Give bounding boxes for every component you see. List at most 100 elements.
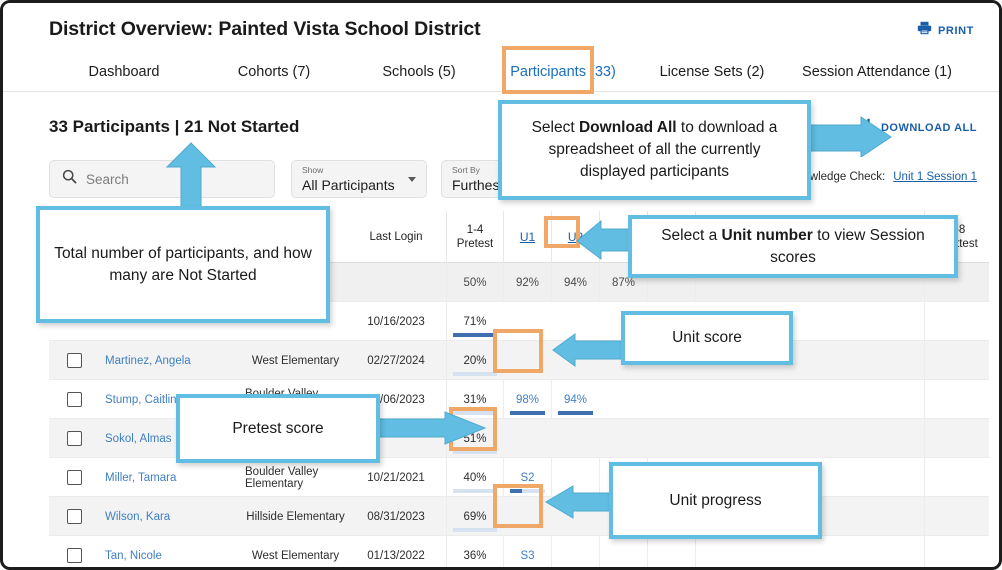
annotation-arrow-participants: [165, 142, 217, 211]
annotation-arrow-download-all: [803, 116, 892, 157]
pretest-score-value: 40%: [463, 471, 487, 484]
participant-name-cell: Martinez, Angela: [105, 341, 245, 380]
callout-unit-score-text: Unit score: [672, 329, 742, 346]
callout-participants-total: Total number of participants, and how ma…: [36, 206, 330, 323]
callout-unit-progress-text: Unit progress: [669, 491, 762, 509]
search-icon: [62, 169, 77, 189]
show-filter-select[interactable]: Show All Participants: [291, 160, 427, 198]
callout-pretest-score-text: Pretest score: [232, 419, 324, 437]
search-placeholder: Search: [86, 171, 129, 187]
participant-name-link[interactable]: Martinez, Angela: [105, 355, 191, 367]
participant-name-link[interactable]: Stump, Caitlin: [105, 394, 177, 406]
participant-name-link[interactable]: Miller, Tamara: [105, 472, 176, 484]
tab-cohorts[interactable]: Cohorts (7): [199, 58, 349, 90]
tab-session-attendance[interactable]: Session Attendance (1): [787, 58, 967, 90]
callout-participants-total-text: Total number of participants, and how ma…: [54, 244, 312, 284]
tab-license-sets[interactable]: License Sets (2): [637, 58, 787, 90]
callout-download-all-bold: Download All: [578, 119, 677, 136]
row-checkbox-cell: [67, 380, 95, 419]
callout-unit-number-text: Select a Unit number to view Session sco…: [646, 225, 940, 269]
school-cell: Hillside Elementary: [246, 510, 345, 523]
posttest-score-cell: [924, 380, 989, 419]
average-pretest: 50%: [446, 263, 503, 302]
pretest-progress-track: [453, 372, 497, 376]
row-checkbox-cell: [67, 341, 95, 380]
row-checkbox[interactable]: [67, 353, 82, 368]
pretest-progress-track: [453, 489, 497, 493]
show-filter-value: All Participants: [302, 177, 395, 193]
row-checkbox[interactable]: [67, 470, 82, 485]
tab-schools[interactable]: Schools (5): [349, 58, 489, 90]
column-header-last-login[interactable]: Last Login: [346, 211, 446, 263]
chevron-down-icon: [408, 177, 416, 182]
callout-unit-score: Unit score: [621, 311, 793, 365]
pretest-score-value: 31%: [463, 393, 487, 406]
participant-name-cell: Wilson, Kara: [105, 497, 245, 536]
pretest-score-value: 36%: [463, 549, 487, 562]
posttest-score-cell: [924, 458, 989, 497]
callout-unit-number: Select a Unit number to view Session sco…: [628, 215, 958, 278]
participant-name-cell: Tan, Nicole: [105, 536, 245, 567]
annotation-arrow-pretest-score: [375, 411, 487, 445]
school-cell: Boulder Valley Elementary: [245, 465, 319, 490]
posttest-score-cell: [924, 341, 989, 380]
school-cell: West Elementary: [251, 354, 340, 367]
school-cell: West Elementary: [251, 549, 340, 562]
pretest-progress-track: [453, 333, 497, 337]
pretest-progress-track: [453, 528, 497, 532]
callout-download-all-pre: Select: [531, 119, 579, 136]
posttest-score-cell: [924, 497, 989, 536]
pretest-score-value: 20%: [463, 354, 487, 367]
callout-download-all-text: Select Download All to download a spread…: [518, 117, 791, 183]
highlight-unit-progress: [493, 484, 543, 528]
row-checkbox[interactable]: [67, 509, 82, 524]
annotation-arrow-unit-score: [552, 333, 629, 367]
print-label: PRINT: [938, 24, 974, 37]
row-checkbox-cell: [67, 497, 95, 536]
callout-unit-progress: Unit progress: [609, 462, 822, 539]
row-checkbox-cell: [67, 458, 95, 497]
row-checkbox-cell: [67, 419, 95, 458]
printer-icon: [917, 21, 932, 40]
callout-unit-number-pre: Select a: [661, 226, 722, 244]
last-login-cell: 02/27/2024: [367, 354, 425, 367]
last-login-cell: 08/31/2023: [367, 510, 425, 523]
average-u1: 92%: [503, 263, 551, 302]
highlight-participants-tab: [502, 46, 594, 94]
row-checkbox[interactable]: [67, 548, 82, 563]
pretest-score-value: 69%: [463, 510, 487, 523]
knowledge-check: Knowledge Check: Unit 1 Session 1: [789, 171, 977, 183]
pretest-score-value: 71%: [463, 315, 487, 328]
knowledge-check-link[interactable]: Unit 1 Session 1: [893, 171, 977, 183]
participant-name-link[interactable]: Wilson, Kara: [105, 511, 170, 523]
row-checkbox[interactable]: [67, 392, 82, 407]
download-all-label: DOWNLOAD ALL: [880, 121, 977, 134]
search-input[interactable]: Search: [49, 160, 275, 198]
posttest-score-cell: [924, 302, 989, 341]
pretest-progress-fill: [453, 333, 497, 337]
last-login-cell: 01/13/2022: [367, 549, 425, 562]
row-checkbox-cell: [67, 536, 95, 567]
app-window: District Overview: Painted Vista School …: [0, 0, 1002, 570]
posttest-score-cell: [924, 419, 989, 458]
show-filter-label: Show: [302, 165, 324, 175]
tab-dashboard[interactable]: Dashboard: [49, 58, 199, 90]
pretest-score-cell: 36%: [446, 536, 503, 567]
participant-name-cell: Miller, Tamara: [105, 458, 245, 497]
row-checkbox[interactable]: [67, 431, 82, 446]
page-title: District Overview: Painted Vista School …: [49, 18, 481, 40]
column-header-pretest[interactable]: 1-4 Pretest: [446, 211, 503, 263]
callout-pretest-score: Pretest score: [176, 394, 380, 463]
participant-name-link[interactable]: Sokol, Almas: [105, 433, 171, 445]
print-button[interactable]: PRINT: [917, 21, 974, 40]
last-login-cell: 10/16/2023: [367, 315, 425, 328]
table-row[interactable]: Tan, NicoleWest Elementary01/13/202236%S…: [49, 536, 989, 567]
app-header: District Overview: Painted Vista School …: [3, 3, 999, 92]
last-login-cell: 10/21/2021: [367, 471, 425, 484]
callout-unit-number-bold: Unit number: [721, 226, 813, 244]
highlight-unit-score: [493, 329, 543, 373]
average-u2: 94%: [551, 263, 599, 302]
participants-summary: 33 Participants | 21 Not Started: [49, 117, 300, 136]
participant-name-link[interactable]: Tan, Nicole: [105, 550, 162, 562]
column-header-u1-link[interactable]: U1: [520, 230, 535, 244]
